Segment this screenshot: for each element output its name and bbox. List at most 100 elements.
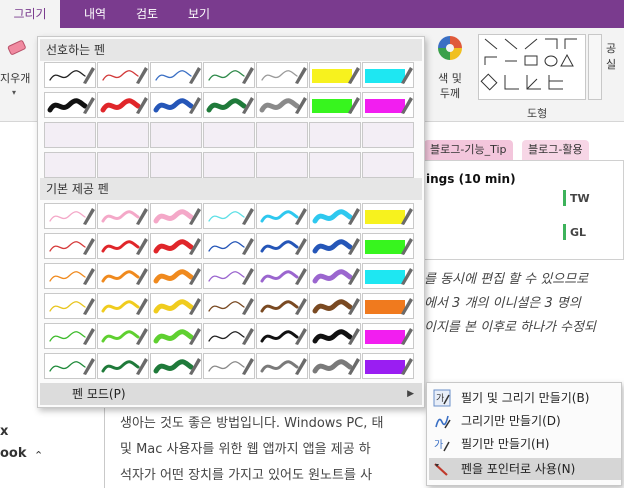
section-tab-blog-tip[interactable]: 블로그-기능_Tip [424, 140, 513, 160]
builtin-pen-5[interactable] [256, 203, 308, 229]
pen-stroke-icon [101, 298, 148, 315]
builtin-pen-26[interactable] [256, 293, 308, 319]
favorite-pen-5[interactable] [256, 62, 308, 88]
builtin-pen-11[interactable] [203, 233, 255, 259]
builtin-pen-7[interactable] [362, 203, 414, 229]
builtin-pen-34[interactable] [309, 323, 361, 349]
builtin-pen-41[interactable] [309, 353, 361, 379]
pen-stroke-icon [312, 238, 360, 255]
builtin-pen-39[interactable] [203, 353, 255, 379]
builtin-pen-17[interactable] [150, 263, 202, 289]
favorite-pen-4[interactable] [203, 62, 255, 88]
builtin-pen-18[interactable] [203, 263, 255, 289]
builtin-pen-22[interactable] [44, 293, 96, 319]
builtin-pen-40[interactable] [256, 353, 308, 379]
favorite-pen-13[interactable] [309, 92, 361, 118]
body-line-3: 이지를 본 이후로 하나가 수정되 [424, 320, 597, 335]
favorite-pen-1[interactable] [44, 62, 96, 88]
builtin-pen-31[interactable] [150, 323, 202, 349]
builtin-pen-27[interactable] [309, 293, 361, 319]
empty-pen-slot [362, 152, 414, 178]
builtin-pen-10[interactable] [150, 233, 202, 259]
empty-pen-slot [362, 122, 414, 148]
color-thickness-button[interactable]: 색 및 두께 [430, 34, 470, 102]
write-icon: 가 [434, 439, 450, 452]
pen-stroke-icon [365, 358, 413, 375]
builtin-pen-30[interactable] [97, 323, 149, 349]
builtin-pen-9[interactable] [97, 233, 149, 259]
builtin-pen-14[interactable] [362, 233, 414, 259]
builtin-pen-8[interactable] [44, 233, 96, 259]
empty-pen-slot [309, 152, 361, 178]
builtin-pen-19[interactable] [256, 263, 308, 289]
pen-stroke-icon [153, 328, 201, 345]
favorite-pen-3[interactable] [150, 62, 202, 88]
builtin-pen-32[interactable] [203, 323, 255, 349]
builtin-pen-2[interactable] [97, 203, 149, 229]
builtin-pen-38[interactable] [150, 353, 202, 379]
pen-stroke-icon [260, 328, 307, 345]
favorite-pen-10[interactable] [150, 92, 202, 118]
body-line-1: 를 동시에 편집 할 수 있으므로 [424, 272, 589, 287]
more-shapes-button[interactable] [588, 34, 602, 100]
shapes-gallery[interactable] [478, 34, 586, 100]
notebook-side-label-2[interactable]: ook [0, 446, 27, 461]
builtin-pen-16[interactable] [97, 263, 149, 289]
menu-label-pen-as-pointer: 펜을 포인터로 사용(N) [461, 462, 576, 476]
pen-text-icon: 가 [433, 389, 451, 407]
pen-stroke-icon [208, 67, 254, 84]
favorite-pen-12[interactable] [256, 92, 308, 118]
empty-pen-slot [256, 122, 308, 148]
ribbon-cut-1: 공 [606, 42, 617, 55]
pen-stroke-icon [312, 208, 360, 225]
pen-mode-menu-item[interactable]: 펜 모드(P) ▶ [40, 383, 422, 405]
pen-stroke-icon [260, 238, 307, 255]
color-label-1: 색 및 [438, 72, 462, 85]
tab-history[interactable]: 내역 [72, 0, 118, 28]
favorite-pen-9[interactable] [97, 92, 149, 118]
builtin-pen-36[interactable] [44, 353, 96, 379]
builtin-pen-42[interactable] [362, 353, 414, 379]
chevron-up-icon[interactable]: ⌃ [34, 449, 43, 462]
builtin-pen-25[interactable] [203, 293, 255, 319]
menu-item-draw-only[interactable]: 그리기만 만들기(D) [429, 410, 621, 432]
pen-stroke-icon [206, 97, 254, 114]
favorite-pen-14[interactable] [362, 92, 414, 118]
favorite-pen-2[interactable] [97, 62, 149, 88]
menu-item-pen-as-pointer[interactable]: 펜을 포인터로 사용(N) [429, 458, 621, 480]
menu-item-write-and-draw[interactable]: 가 필기 및 그리기 만들기(B) [429, 387, 621, 409]
builtin-pen-4[interactable] [203, 203, 255, 229]
builtin-pen-29[interactable] [44, 323, 96, 349]
pen-stroke-icon [208, 208, 254, 225]
builtin-pen-37[interactable] [97, 353, 149, 379]
builtin-pen-21[interactable] [362, 263, 414, 289]
pen-stroke-icon [312, 358, 360, 375]
pen-stroke-icon [365, 238, 413, 255]
builtin-pen-23[interactable] [97, 293, 149, 319]
pen-stroke-icon [365, 67, 413, 84]
tab-view[interactable]: 보기 [176, 0, 222, 28]
tag-tw: TW [570, 192, 590, 205]
builtin-pen-15[interactable] [44, 263, 96, 289]
builtin-pen-20[interactable] [309, 263, 361, 289]
builtin-pen-33[interactable] [256, 323, 308, 349]
builtin-pen-28[interactable] [362, 293, 414, 319]
menu-item-write-only[interactable]: 가 필기만 만들기(H) [429, 433, 621, 455]
builtin-pen-1[interactable] [44, 203, 96, 229]
favorite-pen-7[interactable] [362, 62, 414, 88]
builtin-pen-6[interactable] [309, 203, 361, 229]
eraser-button[interactable]: 지우개 ▾ [0, 36, 36, 97]
ribbon-cut-2: 실 [606, 58, 617, 71]
builtin-pen-24[interactable] [150, 293, 202, 319]
builtin-pen-13[interactable] [309, 233, 361, 259]
favorite-pen-8[interactable] [44, 92, 96, 118]
builtin-pen-3[interactable] [150, 203, 202, 229]
builtin-pen-12[interactable] [256, 233, 308, 259]
favorite-pen-6[interactable] [309, 62, 361, 88]
section-tab-blog-use[interactable]: 블로그-활용 [522, 140, 589, 160]
eraser-caret-icon[interactable]: ▾ [12, 88, 16, 97]
builtin-pen-35[interactable] [362, 323, 414, 349]
tab-draw[interactable]: 그리기 [0, 0, 60, 28]
favorite-pen-11[interactable] [203, 92, 255, 118]
tab-review[interactable]: 검토 [124, 0, 170, 28]
